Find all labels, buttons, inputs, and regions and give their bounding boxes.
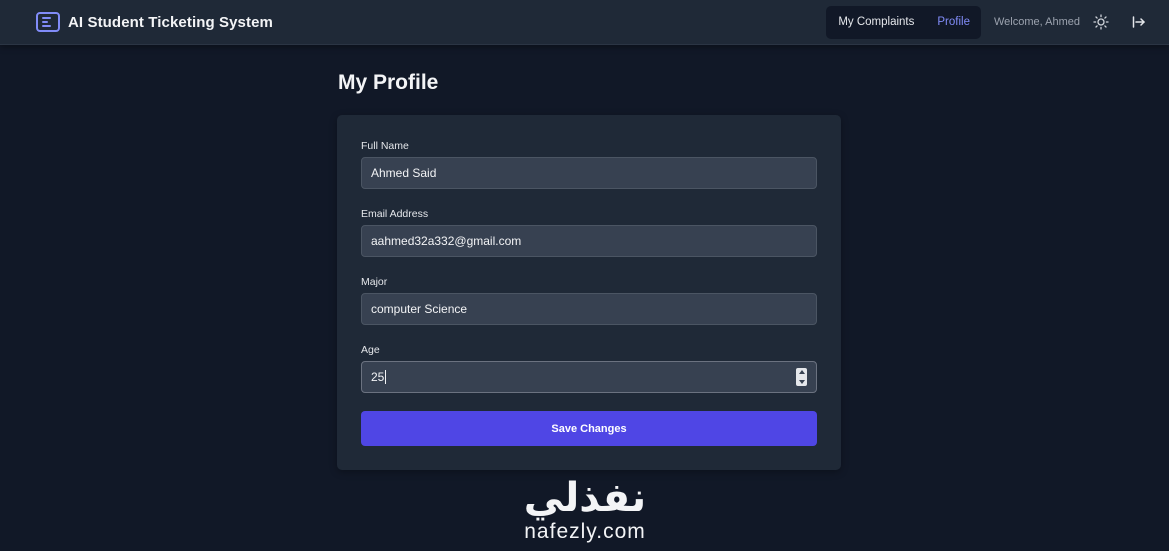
sun-icon[interactable]: [1093, 14, 1109, 30]
page-title: My Profile: [338, 71, 439, 94]
nav-links: My Complaints Profile: [826, 5, 981, 39]
full-name-value: Ahmed Said: [371, 166, 437, 180]
nav-link-profile[interactable]: Profile: [937, 16, 970, 28]
stepper-up-icon[interactable]: [798, 370, 805, 374]
top-navbar: AI Student Ticketing System My Complaint…: [0, 0, 1169, 45]
save-changes-button[interactable]: Save Changes: [361, 411, 817, 446]
profile-form-card: Full Name Ahmed Said Email Address aahme…: [337, 115, 841, 470]
app-title: AI Student Ticketing System: [68, 13, 273, 31]
major-input[interactable]: computer Science: [361, 293, 817, 325]
email-value: aahmed32a332@gmail.com: [371, 234, 522, 248]
brand[interactable]: AI Student Ticketing System: [36, 12, 273, 32]
watermark-arabic: نفذلي: [523, 476, 647, 520]
full-name-label: Full Name: [361, 140, 409, 152]
watermark-logo: نفذلي nafezly.com: [500, 476, 670, 551]
full-name-input[interactable]: Ahmed Said: [361, 157, 817, 189]
age-value: 25: [371, 370, 385, 384]
document-lines-icon: [36, 12, 60, 32]
age-label: Age: [361, 344, 380, 356]
number-stepper-icon[interactable]: [796, 368, 807, 386]
stepper-down-icon[interactable]: [798, 380, 805, 384]
welcome-text: Welcome, Ahmed: [993, 16, 1080, 28]
watermark-latin: nafezly.com: [524, 520, 646, 543]
email-input[interactable]: aahmed32a332@gmail.com: [361, 225, 817, 257]
nav-link-my-complaints[interactable]: My Complaints: [838, 16, 914, 28]
text-caret: [385, 370, 387, 384]
nav-right: My Complaints Profile Welcome, Ahmed: [826, 5, 1147, 39]
email-label: Email Address: [361, 208, 429, 220]
age-input[interactable]: 25: [361, 361, 817, 393]
major-label: Major: [361, 276, 388, 288]
logout-icon[interactable]: [1131, 14, 1147, 30]
major-value: computer Science: [371, 302, 468, 316]
